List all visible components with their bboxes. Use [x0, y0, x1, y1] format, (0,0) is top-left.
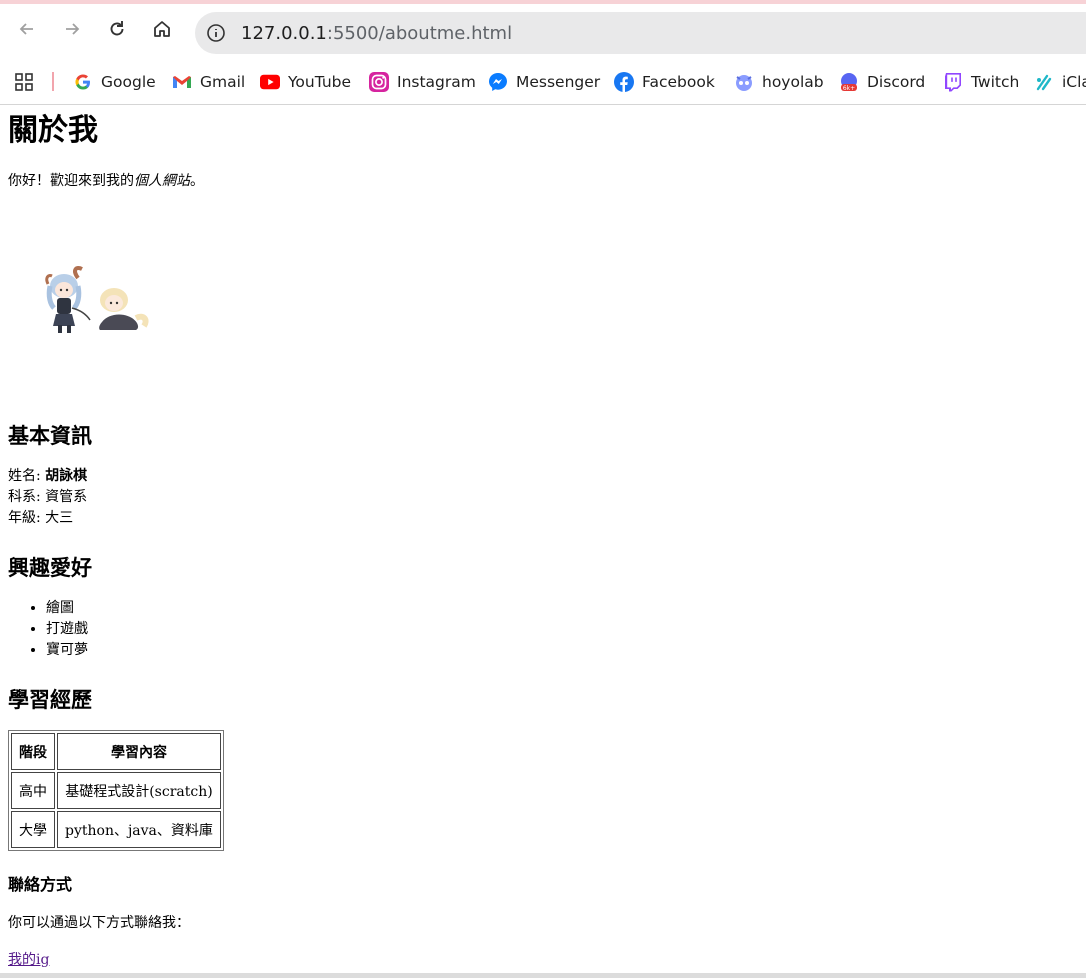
bookmark-instagram[interactable]: Instagram [369, 59, 476, 104]
bookmark-label: Twitch [971, 72, 1020, 91]
bookmark-google[interactable]: Google [73, 59, 156, 104]
bookmark-youtube[interactable]: YouTube [260, 59, 351, 104]
bookmark-twitch[interactable]: Twitch [943, 59, 1019, 104]
basic-info-block: 姓名: 胡詠棋 科系: 資管系 年級: 大三 [8, 466, 87, 529]
table-header-cell: 階段 [11, 733, 55, 770]
department-row: 科系: 資管系 [8, 487, 87, 508]
bookmark-label: hoyolab [762, 72, 824, 91]
table-row: 大學 python、java、資料庫 [11, 811, 221, 848]
table-cell: 高中 [11, 772, 55, 809]
hoyolab-icon [734, 72, 754, 92]
address-bar[interactable]: 127.0.0.1:5500/aboutme.html [195, 12, 1086, 54]
contact-heading: 聯絡方式 [8, 875, 73, 894]
bookmark-label: Messenger [516, 72, 601, 91]
bookmarks-divider [52, 72, 54, 91]
bookmark-label: YouTube [288, 72, 352, 91]
google-icon [73, 72, 93, 92]
list-item: 打遊戲 [46, 619, 88, 640]
twitch-icon [943, 72, 963, 92]
horizontal-scrollbar[interactable] [0, 973, 1086, 978]
table-header-row: 階段 學習內容 [11, 733, 221, 770]
messenger-icon [488, 72, 508, 92]
instagram-icon [369, 71, 389, 92]
list-item: 寶可夢 [46, 640, 88, 661]
department-label: 科系: [8, 489, 46, 505]
iclass-icon [1034, 72, 1054, 92]
history-table: 階段 學習內容 高中 基礎程式設計(scratch) 大學 python、jav… [8, 730, 224, 851]
reload-button[interactable] [102, 14, 132, 44]
arrow-left-icon [19, 23, 33, 35]
apps-button[interactable] [14, 59, 34, 104]
bookmark-label: Gmail [200, 72, 246, 91]
bookmark-discord[interactable]: 6k+ Discord [839, 59, 925, 104]
arrow-right-icon [66, 23, 80, 35]
table-cell: python、java、資料庫 [57, 811, 221, 848]
name-value: 胡詠棋 [45, 468, 88, 484]
svg-text:6k+: 6k+ [843, 85, 855, 92]
name-label: 姓名: [8, 468, 46, 484]
forward-button[interactable] [57, 14, 87, 44]
bookmark-hoyolab[interactable]: hoyolab [734, 59, 824, 104]
apps-grid-icon [15, 72, 33, 91]
home-button[interactable] [147, 14, 177, 44]
page-content: 關於我 你好！歡迎來到我的個人網站。 基本資訊 姓名: 胡詠棋 科系: 資管系 … [0, 105, 1086, 968]
hobbies-list: 繪圖 打遊戲 寶可夢 [8, 598, 88, 661]
bookmark-messenger[interactable]: Messenger [488, 59, 600, 104]
bookmark-label: Discord [867, 72, 926, 91]
department-value: 資管系 [45, 489, 88, 505]
bookmark-gmail[interactable]: Gmail [172, 59, 245, 104]
reload-icon [110, 21, 124, 36]
grade-label: 年級: [8, 510, 46, 526]
grade-value: 大三 [45, 510, 74, 526]
browser-toolbar: 127.0.0.1:5500/aboutme.html [0, 4, 1086, 59]
contact-text: 你可以通過以下方式聯絡我： [8, 915, 190, 931]
name-row: 姓名: 胡詠棋 [8, 466, 87, 487]
bookmark-iclass[interactable]: iCla [1034, 59, 1086, 104]
intro-suffix: 。 [190, 173, 204, 189]
bookmark-label: Facebook [642, 72, 715, 91]
discord-icon: 6k+ [839, 72, 859, 92]
bookmarks-bar: Google Gmail YouTube Instagram Messenger… [0, 59, 1086, 105]
bookmark-label: Instagram [397, 72, 476, 91]
gmail-icon [172, 72, 192, 92]
back-button[interactable] [12, 14, 42, 44]
basic-info-heading: 基本資訊 [8, 424, 92, 448]
table-row: 高中 基礎程式設計(scratch) [11, 772, 221, 809]
intro-text: 你好！歡迎來到我的個人網站。 [8, 170, 204, 190]
site-info-icon[interactable] [205, 22, 227, 44]
chibi-characters-image [42, 262, 154, 342]
youtube-icon [260, 72, 280, 92]
page-title: 關於我 [8, 113, 98, 148]
list-item: 繪圖 [46, 598, 88, 619]
facebook-icon [614, 71, 634, 92]
history-heading: 學習經歷 [8, 688, 92, 712]
url-text: 127.0.0.1:5500/aboutme.html [241, 22, 513, 44]
bookmark-label: Google [101, 72, 156, 91]
bookmark-label: iCla [1062, 72, 1086, 91]
hobbies-heading: 興趣愛好 [8, 556, 92, 580]
home-icon [154, 21, 170, 37]
table-cell: 大學 [11, 811, 55, 848]
instagram-link[interactable]: 我的ig [8, 949, 49, 969]
table-header-cell: 學習內容 [57, 733, 221, 770]
table-cell: 基礎程式設計(scratch) [57, 772, 221, 809]
intro-emphasis: 個人網站 [134, 173, 190, 189]
grade-row: 年級: 大三 [8, 508, 87, 529]
bookmark-facebook[interactable]: Facebook [614, 59, 715, 104]
intro-prefix: 你好！歡迎來到我的 [8, 173, 134, 189]
